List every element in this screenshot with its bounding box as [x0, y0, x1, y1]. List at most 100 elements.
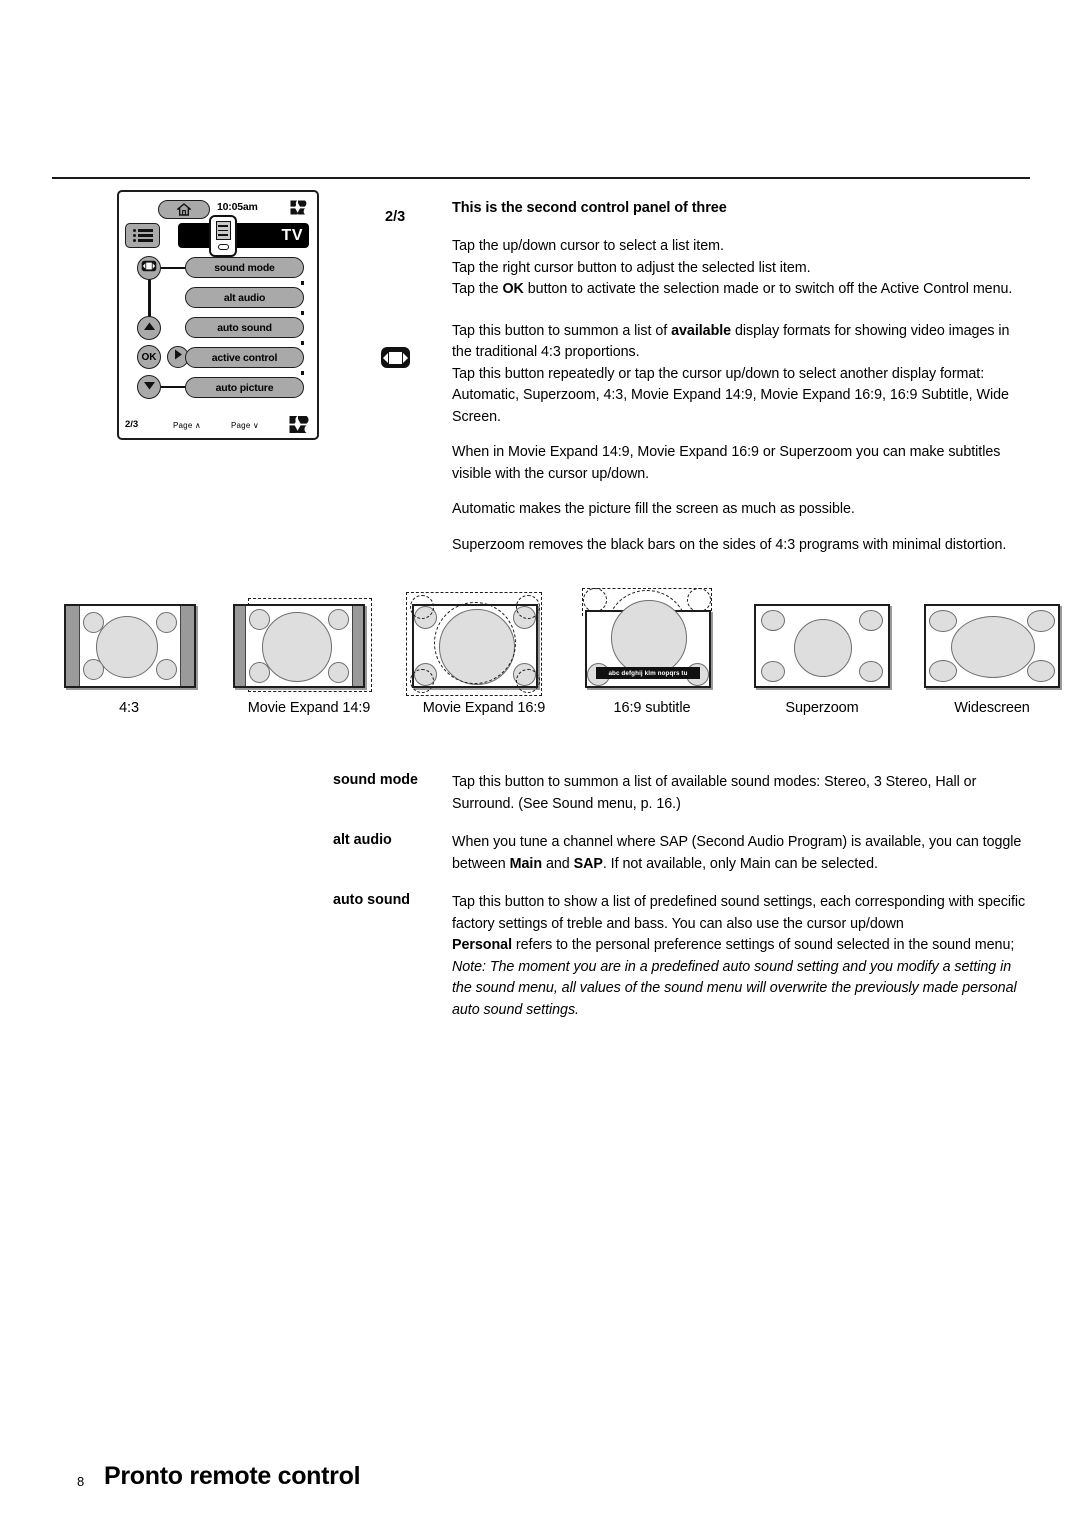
device-bar: TV	[178, 223, 309, 248]
diagram-movie-expand-14-9: Movie Expand 14:9	[225, 588, 393, 733]
center-circle	[794, 619, 852, 677]
page-indicator: 2/3	[125, 419, 139, 430]
diagram-caption: 16:9 subtitle	[613, 700, 691, 716]
remote-button-active-control[interactable]: active control	[185, 347, 304, 368]
auto-sound-text-2: refers to the personal preference settin…	[512, 937, 1015, 953]
corner-circle	[859, 661, 883, 682]
sap-keyword: SAP	[573, 855, 603, 872]
button-definition-list: sound mode Tap this button to summon a l…	[333, 772, 1030, 1038]
display-format-diagrams: 4:3 Movie Expand 14:9 Movie Expand 16:9 …	[55, 588, 1060, 733]
definition-term: auto sound	[333, 892, 411, 908]
diagram-caption: Movie Expand 14:9	[247, 700, 371, 716]
device-label: TV	[281, 226, 303, 244]
format-paragraph-2: Tap this button repeatedly or tap the cu…	[452, 365, 1009, 425]
corner-circle	[761, 610, 785, 631]
corner-circle	[83, 659, 104, 680]
format-paragraph-1: Tap this button to summon a list of avai…	[452, 321, 1030, 364]
diagram-caption: Widescreen	[954, 700, 1030, 716]
scroll-tick	[301, 281, 304, 285]
cropped-corner-outline	[516, 595, 540, 619]
center-ellipse	[951, 616, 1035, 678]
corner-circle	[859, 610, 883, 631]
remote-button-auto-sound[interactable]: auto sound	[185, 317, 304, 338]
main-keyword: Main	[509, 855, 543, 872]
clock-label: 10:05am	[217, 201, 258, 213]
intro-line-1: Tap the up/down cursor to select a list …	[452, 238, 724, 254]
scroll-updown-icon[interactable]	[285, 415, 311, 439]
pillarbox-left	[66, 606, 80, 686]
cropped-corner-outline	[410, 595, 434, 619]
definition-term: alt audio	[333, 832, 392, 848]
display-format-button[interactable]	[137, 256, 161, 280]
diagram-movie-expand-16-9: Movie Expand 16:9	[400, 588, 568, 733]
ok-line-post: button to activate the selection made or…	[523, 281, 1013, 297]
cursor-right-icon	[173, 348, 184, 366]
format-paragraph-4: Automatic makes the picture fill the scr…	[452, 501, 855, 517]
cropped-corner-outline	[410, 669, 434, 693]
auto-sound-note: Note: The moment you are in a predefined…	[452, 957, 1030, 1022]
ok-instruction-line: Tap the OK button to activate the select…	[452, 279, 1030, 301]
top-horizontal-rule	[52, 177, 1030, 179]
page-up-button[interactable]: Page ∧	[173, 421, 201, 430]
remote-button-label: sound mode	[214, 261, 275, 274]
home-icon	[177, 203, 191, 216]
footer-title: Pronto remote control	[104, 1462, 361, 1490]
section-heading: This is the second control panel of thre…	[452, 200, 727, 216]
list-icon-bars	[137, 229, 153, 242]
tv-frame: abc defghij klm nopqrs tu	[585, 600, 711, 688]
alt-audio-text-2: and	[542, 855, 574, 872]
format-paragraph-5: Superzoom removes the black bars on the …	[452, 536, 1007, 553]
remote-button-alt-audio[interactable]: alt audio	[185, 287, 304, 308]
center-circle	[611, 600, 687, 676]
connector-line-bottom	[161, 386, 185, 388]
remote-button-label: active control	[211, 351, 278, 364]
remote-button-label: alt audio	[223, 291, 266, 304]
format-p1-pre: Tap this button to summon a list of	[452, 322, 672, 339]
auto-sound-text-1: Tap this button to show a list of predef…	[452, 894, 1026, 932]
ok-button[interactable]: OK	[137, 345, 161, 369]
tv-frame	[64, 604, 196, 688]
subtitle-text: abc defghij klm nopqrs tu	[608, 669, 688, 677]
list-icon[interactable]	[125, 223, 160, 248]
ok-line-pre: Tap the	[452, 281, 503, 297]
scroll-tick	[301, 311, 304, 315]
cursor-down-button[interactable]	[137, 375, 161, 399]
cursor-up-button[interactable]	[137, 316, 161, 340]
diagram-superzoom: Superzoom	[738, 588, 906, 733]
tv-frame	[233, 604, 365, 688]
pillarbox-left	[235, 606, 246, 686]
diagram-widescreen: Widescreen	[908, 588, 1076, 733]
corner-circle	[156, 612, 177, 633]
scroll-tick	[301, 341, 304, 345]
corner-circle	[83, 612, 104, 633]
corner-ellipse	[1027, 660, 1055, 682]
definition-row-sound-mode: sound mode Tap this button to summon a l…	[333, 772, 1030, 815]
pronto-remote-screen: 10:05am TV OK sound mode alt audio auto …	[117, 190, 319, 440]
home-button[interactable]	[158, 200, 210, 219]
remote-button-sound-mode[interactable]: sound mode	[185, 257, 304, 278]
diagram-caption: Movie Expand 16:9	[422, 700, 546, 716]
available-keyword: available	[671, 322, 732, 339]
remote-button-auto-picture[interactable]: auto picture	[185, 377, 304, 398]
tv-frame	[754, 604, 890, 688]
cropped-center-outline	[434, 602, 516, 684]
remote-button-label: auto picture	[215, 381, 274, 394]
cursor-down-icon	[143, 378, 156, 396]
format-icon-arrow-left	[383, 352, 388, 363]
corner-circle	[328, 662, 349, 683]
remote-footer-bar: 2/3 Page ∧ Page ∨	[125, 415, 311, 435]
battery-icon	[287, 199, 309, 216]
display-format-icon	[381, 347, 410, 368]
page-down-button[interactable]: Page ∨	[231, 421, 259, 430]
definition-body: Tap this button to summon a list of avai…	[452, 774, 977, 812]
section-number: 2/3	[385, 209, 406, 225]
corner-ellipse	[929, 660, 957, 682]
definition-body: Tap this button to show a list of predef…	[452, 892, 1030, 1021]
cropped-corner-outline	[516, 669, 540, 693]
diagram-caption: Superzoom	[785, 700, 859, 716]
subtitle-bar: abc defghij klm nopqrs tu	[596, 667, 700, 679]
remote-status-bar: 10:05am TV	[125, 197, 311, 257]
format-icon-screen	[389, 351, 402, 364]
device-icon-knob	[217, 244, 229, 250]
list-icon-dots	[132, 229, 136, 242]
